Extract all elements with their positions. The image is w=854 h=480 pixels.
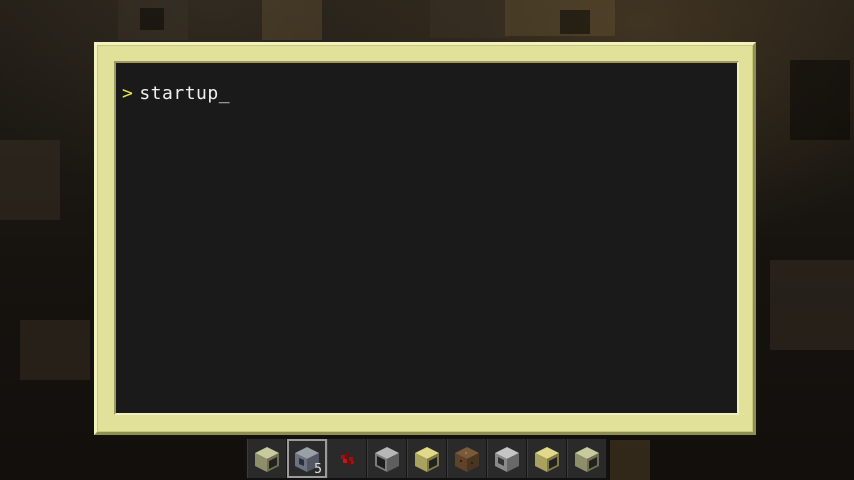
hotbar: 5 [245,437,609,480]
computer-block-icon [255,446,279,472]
hotbar-slot-5[interactable] [407,439,447,478]
terminal-screen[interactable]: > startup_ [114,61,739,415]
command-text: startup [139,83,219,104]
background-block [430,0,510,38]
item-count: 5 [314,462,322,477]
text-cursor: _ [218,83,231,104]
redstone-dust-icon [341,452,354,465]
background-block [770,260,854,350]
background-block [560,10,590,34]
terminal-input-line[interactable]: > startup_ [122,84,230,104]
hotbar-slot-8[interactable] [527,439,567,478]
hotbar-slot-3[interactable] [327,439,367,478]
turtle-block-icon [495,446,519,472]
hotbar-slot-2[interactable]: 5 [287,439,327,478]
prompt-symbol: > [122,83,134,104]
background-block [140,8,164,30]
dirt-block-icon [455,446,479,472]
computer-block-icon [575,446,599,472]
background-block [262,0,322,40]
background-block [790,60,850,140]
advanced-computer-block-icon [415,446,439,472]
hotbar-slot-7[interactable] [487,439,527,478]
background-block [610,440,650,480]
hotbar-slot-9[interactable] [567,439,607,478]
advanced-computer-block-icon [535,446,559,472]
hotbar-slot-4[interactable] [367,439,407,478]
monitor-block-icon [375,446,399,472]
hotbar-slot-6[interactable] [447,439,487,478]
background-block [0,140,60,220]
hotbar-slot-1[interactable] [247,439,287,478]
background-block [20,320,90,380]
